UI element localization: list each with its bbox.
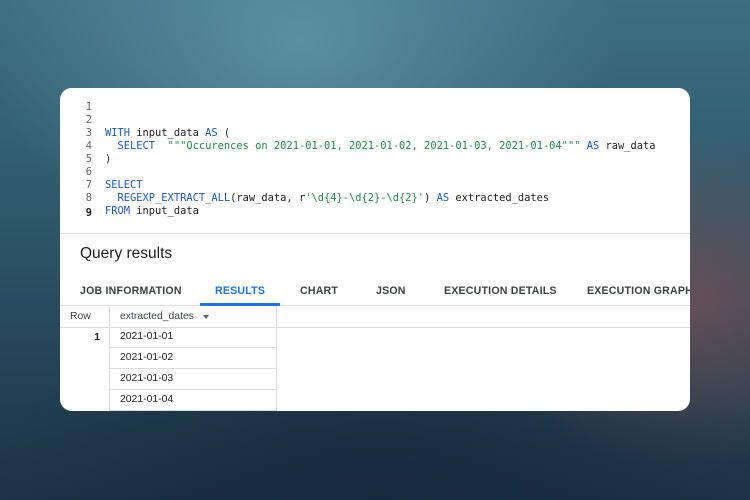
row-header: Row	[70, 311, 91, 322]
code-line-1: 1	[60, 88, 690, 113]
code-line-8: 8 FROM input_data	[60, 179, 690, 217]
table-cell: 2021-01-03	[110, 369, 277, 390]
tab-execution-details[interactable]: EXECUTION DETAILS	[444, 276, 557, 306]
tab-chart[interactable]: CHART	[300, 276, 338, 306]
code-line-4: 4 )	[60, 127, 690, 165]
code-line-7: 7 REGEXP_EXTRACT_ALL(raw_data, r'\d{4}-\…	[60, 166, 690, 204]
tab-execution-graph[interactable]: EXECUTION GRAPH	[587, 276, 690, 306]
code-line-5: 5	[60, 140, 690, 165]
line-number-active: 9	[85, 207, 92, 219]
sql-editor[interactable]: 1 2 WITH input_data AS ( 3 SELECT """Occ…	[60, 88, 690, 233]
table-cell: 2021-01-01	[110, 327, 277, 348]
row-number: 1	[94, 332, 100, 343]
code-line-3: 3 SELECT """Occurences on 2021-01-01, 20…	[60, 114, 690, 152]
tab-results[interactable]: RESULTS	[215, 276, 265, 306]
results-tab-bar: JOB INFORMATION RESULTS CHART JSON EXECU…	[60, 276, 690, 306]
code-line-6: 6 SELECT	[60, 153, 690, 191]
extracted-dates-header[interactable]: extracted_dates	[120, 306, 194, 327]
table-cell: 2021-01-04	[110, 390, 277, 411]
bigquery-panel: 1 2 WITH input_data AS ( 3 SELECT """Occ…	[60, 88, 690, 411]
query-results-title: Query results	[80, 245, 173, 262]
tab-json[interactable]: JSON	[376, 276, 406, 306]
code-line-2: 2 WITH input_data AS (	[60, 101, 690, 139]
tab-job-information[interactable]: JOB INFORMATION	[80, 276, 182, 306]
editor-divider	[60, 233, 690, 234]
results-table: Row extracted_dates 1 2021-01-01 2021-01…	[60, 306, 690, 411]
code-line-9: 9	[60, 194, 690, 219]
table-cell: 2021-01-02	[110, 348, 277, 369]
sort-dropdown-icon[interactable]	[203, 315, 209, 319]
